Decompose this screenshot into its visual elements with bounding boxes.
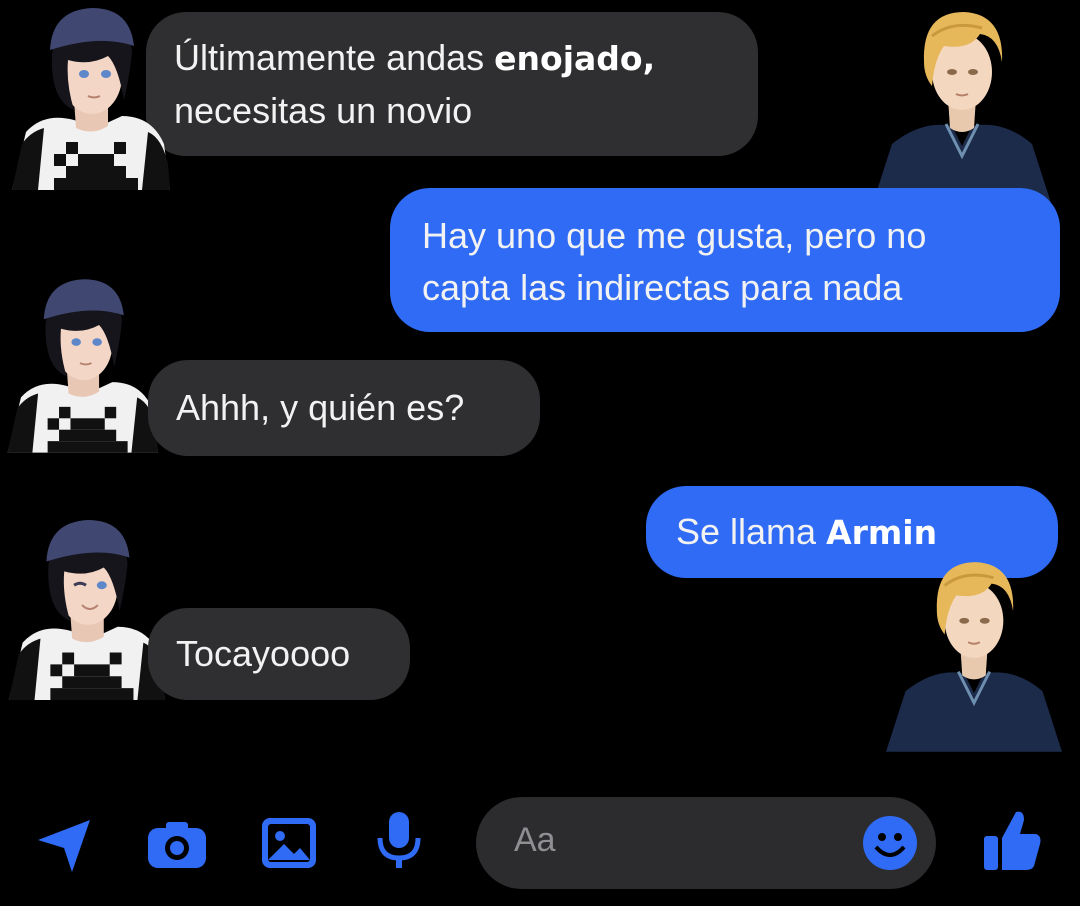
avatar-dark-haired-character[interactable] xyxy=(4,4,172,190)
avatar-illustration xyxy=(7,279,159,453)
avatar-illustration xyxy=(12,8,170,190)
avatar-dark-haired-character[interactable] xyxy=(0,516,168,700)
message-emphasis: enojado, xyxy=(494,39,656,78)
avatar-illustration xyxy=(886,562,1062,752)
message-bubble-sent-1[interactable]: Hay uno que me gusta, pero no capta las … xyxy=(390,188,1060,332)
message-input[interactable]: Aa xyxy=(476,797,936,889)
like-icon[interactable] xyxy=(982,808,1044,877)
avatar-blonde-character[interactable] xyxy=(886,556,1062,752)
send-location-icon[interactable] xyxy=(34,814,96,881)
message-text: Últimamente andas xyxy=(174,37,495,78)
message-bubble-received-2[interactable]: Ahhh, y quién es? xyxy=(148,360,540,456)
message-line: capta las indirectas para nada xyxy=(422,267,903,308)
message-line: Hay uno que me gusta, pero no xyxy=(422,215,927,256)
microphone-icon[interactable] xyxy=(374,810,424,877)
message-input-placeholder: Aa xyxy=(514,821,556,859)
message-text: Tocayoooo xyxy=(176,633,351,674)
message-bubble-received-3[interactable]: Tocayoooo xyxy=(148,608,410,700)
avatar-illustration xyxy=(8,519,166,700)
avatar-dark-haired-character[interactable] xyxy=(0,272,160,456)
message-line: necesitas un novio xyxy=(174,90,473,131)
emoji-icon[interactable] xyxy=(862,815,918,876)
message-line: Últimamente andas enojado, xyxy=(174,32,758,85)
camera-icon[interactable] xyxy=(146,818,208,875)
message-bubble-received-1[interactable]: Últimamente andas enojado, necesitas un … xyxy=(146,12,758,156)
message-text: Se llama xyxy=(676,511,827,552)
message-text: Ahhh, y quién es? xyxy=(176,387,465,428)
avatar-blonde-character[interactable] xyxy=(872,6,1052,206)
message-emphasis: Armin xyxy=(826,513,938,552)
avatar-illustration xyxy=(872,12,1052,206)
gallery-icon[interactable] xyxy=(260,816,318,875)
